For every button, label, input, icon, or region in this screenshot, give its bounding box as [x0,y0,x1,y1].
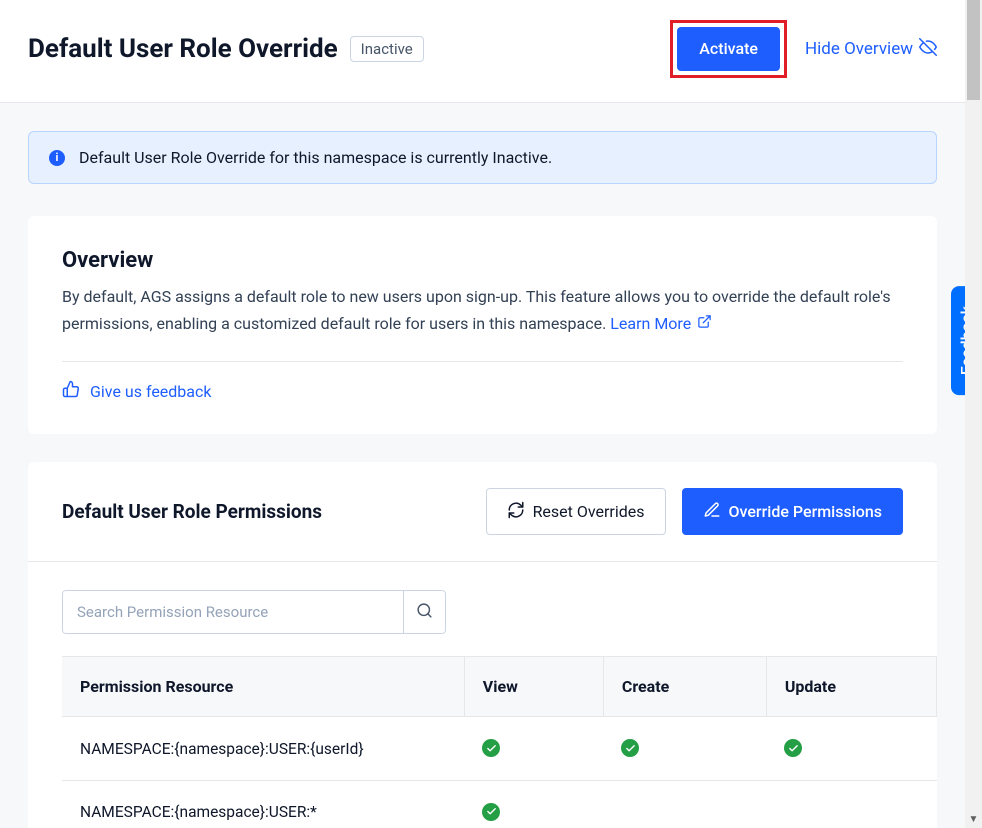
overview-card: Overview By default, AGS assigns a defau… [28,216,937,434]
thumbs-up-icon [62,380,80,402]
external-link-icon [697,310,712,337]
col-resource: Permission Resource [62,657,464,717]
cell-view [464,780,603,828]
cell-create [603,717,766,781]
give-feedback-label: Give us feedback [90,382,211,401]
cell-resource: NAMESPACE:{namespace}:USER:* [62,780,464,828]
cell-create [603,780,766,828]
permissions-card: Default User Role Permissions Reset Over… [28,462,937,828]
permissions-table: Permission Resource View Create Update N… [62,656,937,828]
override-permissions-button[interactable]: Override Permissions [682,488,904,535]
col-view: View [464,657,603,717]
check-icon [482,739,500,757]
scrollbar[interactable]: ▲ ▼ [965,0,982,828]
col-create: Create [603,657,766,717]
search-input[interactable] [63,591,403,633]
learn-more-link[interactable]: Learn More [610,310,712,337]
activate-button[interactable]: Activate [677,27,780,71]
cell-view [464,717,603,781]
cell-update [766,780,936,828]
reset-overrides-label: Reset Overrides [533,504,645,520]
cell-resource: NAMESPACE:{namespace}:USER:{userId} [62,717,464,781]
info-alert: i Default User Role Override for this na… [28,131,937,184]
overview-body: By default, AGS assigns a default role t… [62,287,891,333]
give-feedback-link[interactable]: Give us feedback [62,380,211,402]
search-icon [416,602,433,623]
table-row: NAMESPACE:{namespace}:USER:* [62,780,937,828]
page-header: Default User Role Override Inactive Acti… [0,0,965,103]
page-title: Default User Role Override [28,34,338,64]
search-button[interactable] [403,591,445,633]
hide-overview-link[interactable]: Hide Overview [805,38,937,61]
activate-highlight: Activate [670,20,787,78]
table-row: NAMESPACE:{namespace}:USER:{userId} [62,717,937,781]
learn-more-label: Learn More [610,310,691,337]
scrollbar-arrow-down-icon[interactable]: ▼ [965,811,982,828]
overview-heading: Overview [62,248,903,273]
col-update: Update [766,657,936,717]
check-icon [621,739,639,757]
hide-overview-label: Hide Overview [805,39,913,59]
permissions-title: Default User Role Permissions [62,500,322,523]
divider [62,361,903,362]
check-icon [482,803,500,821]
eye-off-icon [919,38,937,61]
override-permissions-label: Override Permissions [729,504,883,520]
alert-text: Default User Role Override for this name… [79,148,552,167]
edit-icon [703,501,721,522]
info-icon: i [49,150,65,166]
refresh-icon [507,501,525,522]
status-badge: Inactive [350,36,424,62]
cell-update [766,717,936,781]
reset-overrides-button[interactable]: Reset Overrides [486,488,666,535]
scrollbar-thumb[interactable] [967,0,980,100]
check-icon [784,739,802,757]
